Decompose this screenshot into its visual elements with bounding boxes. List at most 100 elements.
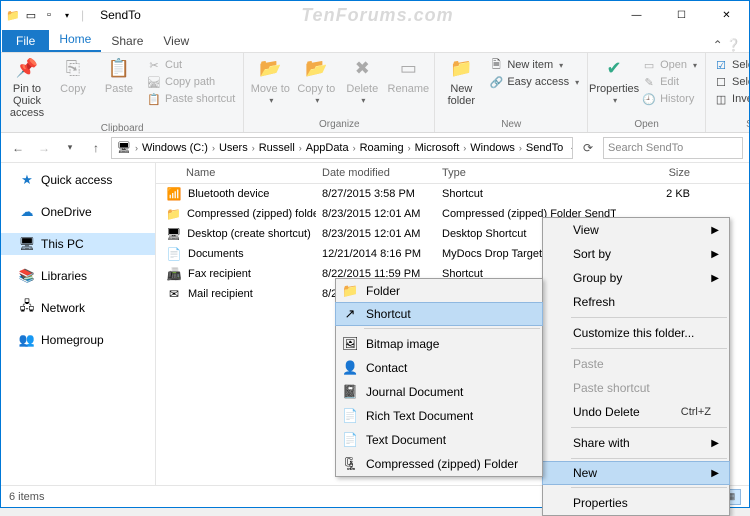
chevron-right-icon: ▶ <box>711 273 719 284</box>
refresh-button[interactable]: ⟳ <box>577 141 599 155</box>
minimize-button[interactable]: — <box>614 1 659 29</box>
new-item-button[interactable]: 🗎New item▾ <box>487 57 581 73</box>
col-size[interactable]: Size <box>616 163 696 183</box>
select-all-button[interactable]: ☑Select all <box>712 57 749 73</box>
breadcrumb-dropdown-icon[interactable]: ⌄ <box>566 142 573 153</box>
copy-path-button[interactable]: 🛤Copy path <box>145 74 237 90</box>
open-button[interactable]: ▭Open▾ <box>640 57 699 73</box>
search-input[interactable]: Search SendTo <box>603 137 743 159</box>
tab-share[interactable]: Share <box>101 30 153 52</box>
rtf-icon: 📄 <box>342 408 358 424</box>
new-folder[interactable]: 📁Folder <box>336 279 542 303</box>
ctx-customize[interactable]: Customize this folder... <box>543 321 729 345</box>
select-none-button[interactable]: ☐Select none <box>712 74 749 90</box>
col-date[interactable]: Date modified <box>316 163 436 183</box>
delete-button[interactable]: ✖ Delete▾ <box>340 55 384 108</box>
copy-to-button[interactable]: 📂 Copy to▾ <box>294 55 338 108</box>
journal-icon: 📓 <box>342 384 358 400</box>
nav-libraries[interactable]: 📚Libraries <box>1 265 155 287</box>
copy-to-icon: 📂 <box>304 57 328 81</box>
new-txt[interactable]: 📄Text Document <box>336 428 542 452</box>
nav-quick-access[interactable]: ★Quick access <box>1 169 155 191</box>
ctx-properties[interactable]: Properties <box>543 491 729 515</box>
breadcrumb-seg[interactable]: AppData <box>303 142 352 154</box>
pc-icon: 🖥 <box>19 236 35 252</box>
breadcrumb-seg[interactable]: Windows <box>467 142 518 154</box>
ctx-new[interactable]: New▶ <box>542 461 730 485</box>
pc-icon[interactable]: 🖥 <box>114 141 134 154</box>
file-date: 8/23/2015 12:01 AM <box>316 226 436 242</box>
edit-button[interactable]: ✎Edit <box>640 74 699 90</box>
nav-onedrive[interactable]: ☁OneDrive <box>1 201 155 223</box>
paste-button[interactable]: 📋 Paste <box>97 55 141 97</box>
nav-homegroup[interactable]: 👥Homegroup <box>1 329 155 351</box>
file-icon: 📁 <box>166 207 181 221</box>
pin-to-quick-access-button[interactable]: 📌 Pin to Quick access <box>5 55 49 121</box>
breadcrumb-seg[interactable]: Roaming <box>357 142 407 154</box>
file-name: Mail recipient <box>188 288 253 300</box>
easy-access-button[interactable]: 🔗Easy access▾ <box>487 74 581 90</box>
paste-shortcut-button[interactable]: 📋Paste shortcut <box>145 91 237 107</box>
recent-locations-button[interactable]: ▾ <box>59 137 81 159</box>
ctx-view[interactable]: View▶ <box>543 218 729 242</box>
breadcrumb[interactable]: 🖥› Windows (C:)› Users› Russell› AppData… <box>111 137 573 159</box>
new-shortcut[interactable]: ↗Shortcut <box>335 302 543 326</box>
new-bitmap[interactable]: 🖼Bitmap image <box>336 332 542 356</box>
file-size: 2 KB <box>616 186 696 202</box>
copy-button[interactable]: ⎘ Copy <box>51 55 95 97</box>
new-zip[interactable]: 🗜Compressed (zipped) Folder <box>336 452 542 476</box>
delete-icon: ✖ <box>350 57 374 81</box>
paste-icon: 📋 <box>107 57 131 81</box>
ctx-paste[interactable]: Paste <box>543 352 729 376</box>
col-name[interactable]: Name <box>156 163 316 183</box>
invert-selection-button[interactable]: ◫Invert selection <box>712 91 749 107</box>
ctx-undo[interactable]: Undo DeleteCtrl+Z <box>543 400 729 424</box>
ctx-sortby[interactable]: Sort by▶ <box>543 242 729 266</box>
nav-this-pc[interactable]: 🖥This PC <box>1 233 155 255</box>
ribbon-collapse-icon[interactable]: ⌃ ❔ <box>713 38 749 52</box>
up-button[interactable]: ↑ <box>85 137 107 159</box>
copy-path-icon: 🛤 <box>147 75 161 89</box>
ctx-groupby[interactable]: Group by▶ <box>543 266 729 290</box>
new-folder-button[interactable]: 📁 New folder <box>439 55 483 109</box>
tab-view[interactable]: View <box>153 30 199 52</box>
new-rtf[interactable]: 📄Rich Text Document <box>336 404 542 428</box>
col-type[interactable]: Type <box>436 163 616 183</box>
pin-icon: 📌 <box>15 57 39 81</box>
qat-dropdown-icon[interactable]: ▾ <box>59 7 75 23</box>
folder-icon: 📁 <box>5 7 21 23</box>
rename-button[interactable]: ▭ Rename <box>386 55 430 97</box>
forward-button[interactable]: → <box>33 137 55 159</box>
breadcrumb-seg[interactable]: Users <box>216 142 251 154</box>
history-button[interactable]: 🕘History <box>640 91 699 107</box>
cut-icon: ✂ <box>147 58 161 72</box>
file-row[interactable]: 📶Bluetooth device8/27/2015 3:58 PMShortc… <box>156 184 749 204</box>
folder-icon: 📁 <box>342 283 358 299</box>
ctx-share-with[interactable]: Share with▶ <box>543 431 729 455</box>
breadcrumb-seg[interactable]: Russell <box>256 142 298 154</box>
tab-file[interactable]: File <box>2 30 49 52</box>
new-contact[interactable]: 👤Contact <box>336 356 542 380</box>
qat-new-icon[interactable]: ▫ <box>41 7 57 23</box>
ctx-undo-shortcut: Ctrl+Z <box>681 406 711 418</box>
breadcrumb-seg[interactable]: Microsoft <box>412 142 463 154</box>
contact-icon: 👤 <box>342 360 358 376</box>
back-button[interactable]: ← <box>7 137 29 159</box>
breadcrumb-seg[interactable]: SendTo <box>523 142 566 154</box>
maximize-button[interactable]: ☐ <box>659 1 704 29</box>
cut-button[interactable]: ✂Cut <box>145 57 237 73</box>
close-button[interactable]: ✕ <box>704 1 749 29</box>
nav-network[interactable]: 🖧Network <box>1 297 155 319</box>
properties-button[interactable]: ✔ Properties▾ <box>592 55 636 108</box>
file-size <box>616 212 696 216</box>
tab-home[interactable]: Home <box>49 28 101 52</box>
qat-props-icon[interactable]: ▭ <box>23 7 39 23</box>
chevron-right-icon: ▶ <box>711 249 719 260</box>
ctx-paste-shortcut[interactable]: Paste shortcut <box>543 376 729 400</box>
chevron-right-icon: ▶ <box>711 468 719 479</box>
move-to-button[interactable]: 📂 Move to▾ <box>248 55 292 108</box>
new-journal[interactable]: 📓Journal Document <box>336 380 542 404</box>
copy-icon: ⎘ <box>61 57 85 81</box>
ctx-refresh[interactable]: Refresh <box>543 290 729 314</box>
breadcrumb-seg[interactable]: Windows (C:) <box>139 142 211 154</box>
